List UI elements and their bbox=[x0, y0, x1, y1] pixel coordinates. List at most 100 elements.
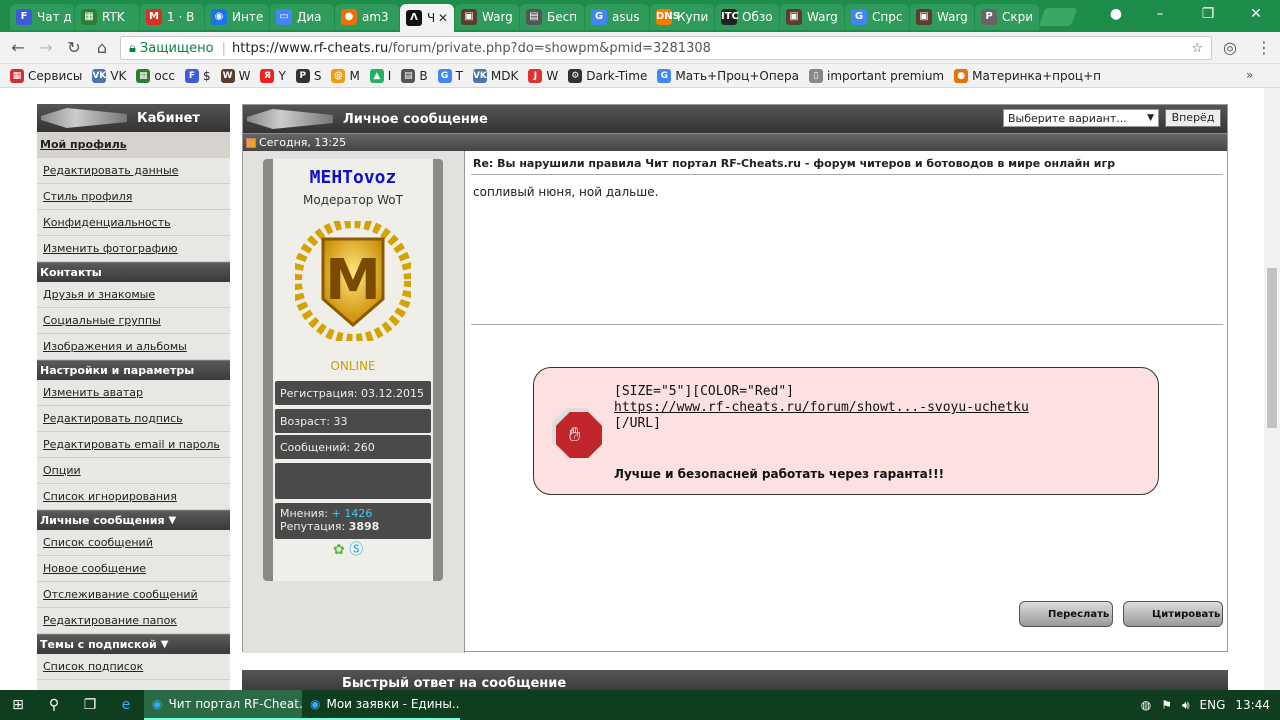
volume-icon[interactable]: 🔊︎ bbox=[1182, 698, 1190, 713]
new-tab-button[interactable] bbox=[1038, 8, 1078, 26]
tab-7[interactable]: ▣ Warg bbox=[455, 4, 519, 30]
go-button[interactable]: Вперёд bbox=[1165, 109, 1221, 127]
skype-icon[interactable]: Ⓢ bbox=[349, 542, 363, 558]
bookmark-item[interactable]: ▦ Сервисы bbox=[10, 68, 82, 83]
back-icon[interactable]: ← bbox=[8, 38, 28, 58]
sidebar-item-profile-0[interactable]: Мой профиль bbox=[37, 132, 230, 158]
sidebar-group-contacts_title: Контакты bbox=[37, 262, 230, 282]
action-select[interactable]: Выберите вариант... ▼ bbox=[1003, 109, 1159, 127]
extension-icon[interactable]: ◎ bbox=[1220, 38, 1240, 58]
windows-start-icon[interactable]: ⊞ bbox=[0, 690, 36, 720]
tab-12[interactable]: ▣ Warg bbox=[780, 4, 844, 30]
tab-3[interactable]: ◉ Инте bbox=[205, 4, 269, 30]
badge-letter: M bbox=[325, 248, 381, 313]
sidebar-item-profile-4[interactable]: Изменить фотографию bbox=[37, 236, 230, 262]
search-icon[interactable]: ⚲ bbox=[36, 690, 72, 720]
bookmark-item[interactable]: JW bbox=[528, 68, 558, 83]
bookmark-item[interactable]: PS bbox=[295, 68, 321, 83]
quote-button[interactable]: Цитировать bbox=[1123, 601, 1223, 627]
bookmark-favicon-icon: J bbox=[528, 68, 543, 83]
tab-8[interactable]: ▤ Бесп bbox=[520, 4, 584, 30]
network-icon[interactable]: ⚑ bbox=[1161, 698, 1172, 712]
bookmark-item[interactable]: GT bbox=[437, 68, 463, 83]
sidebar-item-contacts-0[interactable]: Друзья и знакомые bbox=[37, 282, 230, 308]
reload-icon[interactable]: ↻ bbox=[64, 38, 84, 58]
sidebar-item-contacts-1[interactable]: Социальные группы bbox=[37, 308, 230, 334]
menu-icon[interactable]: ⋮ bbox=[1254, 38, 1274, 58]
action-select-value: Выберите вариант... bbox=[1008, 111, 1127, 125]
bookmark-item[interactable]: VK MDK bbox=[472, 68, 518, 83]
sidebar-item-profile-2[interactable]: Стиль профиля bbox=[37, 184, 230, 210]
sidebar-item-subs-0[interactable]: Список подписок bbox=[37, 654, 230, 680]
tab-13[interactable]: G Спрс bbox=[845, 4, 909, 30]
sidebar-item-settings-3[interactable]: Опции bbox=[37, 458, 230, 484]
taskbar-app-1[interactable]: ◉ Мои заявки - Едины... bbox=[302, 690, 460, 720]
sidebar-item-settings-1[interactable]: Редактировать подпись bbox=[37, 406, 230, 432]
tab-10[interactable]: DNS Купи bbox=[650, 4, 714, 30]
tab-1[interactable]: ▦ RTK bbox=[75, 4, 139, 30]
bookmark-item[interactable]: @ M bbox=[331, 68, 360, 83]
sidebar-item-settings-0[interactable]: Изменить аватар bbox=[37, 380, 230, 406]
star-icon[interactable]: ☆ bbox=[1191, 41, 1203, 56]
bookmark-label: I bbox=[387, 68, 392, 83]
warning-link[interactable]: https://www.rf-cheats.ru/forum/showt...-… bbox=[614, 400, 1029, 415]
bookmark-item[interactable]: ▲ I bbox=[369, 68, 392, 83]
bookmark-item[interactable]: ▤ B bbox=[401, 68, 428, 83]
close-tab-icon[interactable]: ✕ bbox=[438, 11, 448, 25]
bookmark-item[interactable]: WW bbox=[220, 68, 250, 83]
tab-4[interactable]: ▭ Диа bbox=[270, 4, 334, 30]
sidebar-item-pm-1[interactable]: Новое сообщение bbox=[37, 556, 230, 582]
forward-icon[interactable]: → bbox=[36, 38, 56, 58]
minimize-button[interactable]: – bbox=[1140, 4, 1180, 24]
sidebar-item-settings-2[interactable]: Редактировать email и пароль bbox=[37, 432, 230, 458]
sidebar-item-pm-0[interactable]: Список сообщений bbox=[37, 530, 230, 556]
discord-icon[interactable]: ◍ bbox=[1141, 698, 1151, 712]
warning-line1: [SIZE="5"][COLOR="Red"] bbox=[614, 384, 795, 399]
scrollbar-thumb[interactable] bbox=[1267, 268, 1277, 428]
tab-6[interactable]: Ʌ Ч ✕ bbox=[400, 4, 454, 32]
bookmark-item[interactable]: VK VK bbox=[92, 68, 126, 83]
sidebar-item-settings-4[interactable]: Список игнорирования bbox=[37, 484, 230, 510]
sidebar-group-settings_title: Настройки и параметры bbox=[37, 360, 230, 380]
language-indicator[interactable]: ENG bbox=[1200, 698, 1226, 712]
scrollbar[interactable] bbox=[1264, 88, 1280, 690]
tab-11[interactable]: ITC Обзо bbox=[715, 4, 779, 30]
sidebar-item-pm-2[interactable]: Отслеживание сообщений bbox=[37, 582, 230, 608]
forward-button[interactable]: Переслать bbox=[1019, 601, 1113, 627]
chevron-down-icon[interactable]: ▼ bbox=[169, 515, 177, 526]
bookmark-item[interactable]: G Мать+Проц+Опера bbox=[657, 68, 799, 83]
close-window-button[interactable]: ✕ bbox=[1236, 4, 1276, 24]
edge-icon[interactable]: e bbox=[108, 690, 144, 720]
maximize-button[interactable]: ❐ bbox=[1188, 4, 1228, 24]
tab-15[interactable]: P Скри bbox=[975, 4, 1039, 30]
bookmark-item[interactable]: ▯ important premium bbox=[809, 68, 944, 83]
profile-icon[interactable]: ● bbox=[1096, 4, 1136, 24]
sidebar-item-contacts-2[interactable]: Изображения и альбомы bbox=[37, 334, 230, 360]
favicon-icon: G bbox=[851, 9, 867, 25]
bookmark-item[interactable]: F $ bbox=[184, 68, 211, 83]
task-view-icon[interactable]: ❐ bbox=[72, 690, 108, 720]
bookmark-label: M bbox=[349, 68, 360, 83]
clock[interactable]: 13:44 bbox=[1235, 698, 1270, 712]
home-icon[interactable]: ⌂ bbox=[92, 38, 112, 58]
bookmark-item[interactable]: ▦ осс bbox=[136, 68, 175, 83]
sidebar-item-profile-1[interactable]: Редактировать данные bbox=[37, 158, 230, 184]
chevron-down-icon[interactable]: ▼ bbox=[161, 639, 169, 650]
tab-label: Чат д bbox=[37, 10, 72, 24]
taskbar-app-0[interactable]: ◉ Чит портал RF-Cheat... bbox=[144, 690, 302, 720]
more-bookmarks-icon[interactable]: » bbox=[1246, 68, 1253, 82]
bookmark-item[interactable]: ● Материнка+проц+п bbox=[954, 68, 1101, 83]
bookmark-item[interactable]: ⚙ Dark-Time bbox=[568, 68, 647, 83]
tab-0[interactable]: F Чат д bbox=[10, 4, 74, 30]
tab-9[interactable]: Gasus bbox=[585, 4, 649, 30]
url-input[interactable]: 🔒︎ Защищено | https://www.rf-cheats.ru/f… bbox=[120, 36, 1212, 60]
username[interactable]: MEHTovoz bbox=[263, 167, 443, 188]
sidebar-item-pm-3[interactable]: Редактирование папок bbox=[37, 608, 230, 634]
tab-2[interactable]: M 1 · В bbox=[140, 4, 204, 30]
icq-icon[interactable]: ✿ bbox=[333, 542, 345, 558]
sidebar-item-profile-3[interactable]: Конфиденциальность bbox=[37, 210, 230, 236]
tab-5[interactable]: ● am3 bbox=[335, 4, 399, 30]
bookmark-favicon-icon: ▦ bbox=[136, 68, 151, 83]
bookmark-item[interactable]: ЯY bbox=[260, 68, 286, 83]
tab-14[interactable]: ▣ Warg bbox=[910, 4, 974, 30]
